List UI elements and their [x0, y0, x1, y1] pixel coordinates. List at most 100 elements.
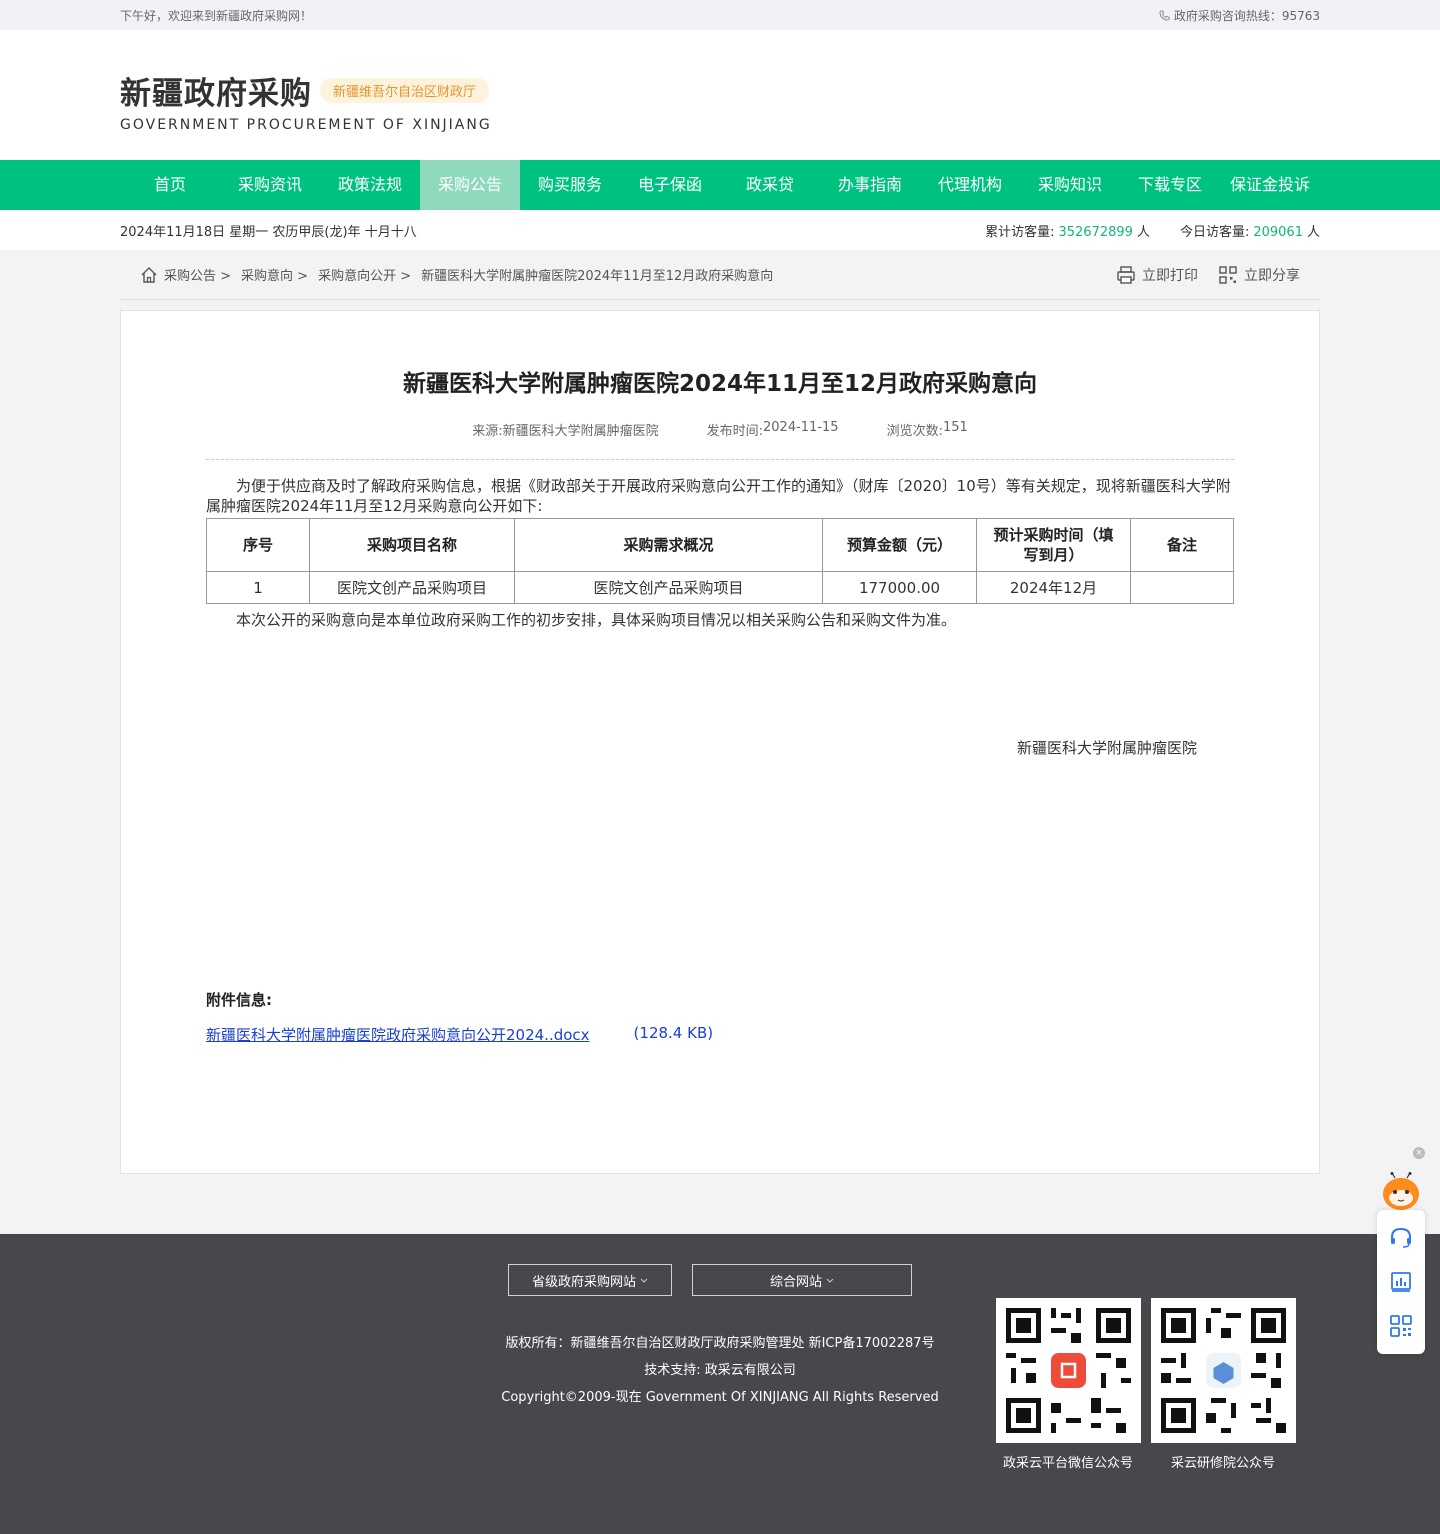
share-label: 立即分享: [1244, 267, 1300, 284]
breadcrumb-item-intentions[interactable]: 采购意向 >: [241, 265, 308, 284]
general-sites-select[interactable]: 综合网站: [692, 1264, 912, 1296]
cell-project-name: 医院文创产品采购项目: [309, 571, 515, 604]
procurement-table: 序号 采购项目名称 采购需求概况 预算金额（元） 预计采购时间（填写到月） 备注…: [206, 518, 1234, 604]
col-header-index: 序号: [206, 518, 310, 572]
view-count-label: 浏览次数:: [886, 424, 943, 439]
close-icon[interactable]: ×: [1413, 1147, 1425, 1159]
site-footer: 省级政府采购网站 综合网站 版权所有：新疆维吾尔自治区财政厅政府采购管理处 新I…: [0, 1234, 1440, 1534]
attachment-size: (128.4 KB): [633, 1024, 714, 1042]
breadcrumb: 采购公告 > 采购意向 > 采购意向公开 > 新疆医科大学附属肿瘤医院2024年…: [140, 265, 773, 284]
provincial-sites-label: 省级政府采购网站: [531, 1274, 636, 1290]
closing-paragraph: 本次公开的采购意向是本单位政府采购工作的初步安排，具体采购项目情况以相关采购公告…: [236, 611, 957, 629]
chevron-down-icon: [640, 1278, 648, 1283]
print-label: 立即打印: [1142, 267, 1198, 284]
hotline-text: 政府采购咨询热线：95763: [1173, 8, 1320, 23]
breadcrumb-item-intentions-public[interactable]: 采购意向公开 >: [318, 265, 411, 284]
qr-scan-button[interactable]: [1385, 1310, 1417, 1342]
footer-copyright-en: Copyright©2009-现在 Government Of XINJIANG…: [501, 1390, 939, 1405]
nav-downloads[interactable]: 下载专区: [1120, 160, 1220, 210]
publish-date-label: 发布时间:: [706, 424, 763, 439]
view-count-value: 151: [942, 420, 968, 435]
main-nav: 首页 采购资讯 政策法规 采购公告 购买服务 电子保函 政采贷 办事指南 代理机…: [0, 160, 1440, 210]
cell-requirement: 医院文创产品采购项目: [514, 571, 823, 604]
col-header-remarks: 备注: [1130, 518, 1234, 572]
report-button[interactable]: [1385, 1266, 1417, 1298]
nav-purchase-services[interactable]: 购买服务: [520, 160, 620, 210]
site-logo[interactable]: 新疆政府采购 新疆维吾尔自治区财政厅: [120, 68, 1320, 113]
today-visitors-label: 今日访客量:: [1179, 224, 1250, 240]
nav-policy[interactable]: 政策法规: [320, 160, 420, 210]
cell-time: 2024年12月: [976, 571, 1131, 604]
qr-code-icon: [1151, 1298, 1296, 1443]
greeting-text: 下午好，欢迎来到新疆政府采购网！: [120, 8, 313, 23]
today-visitors-value: 209061: [1253, 224, 1303, 240]
breadcrumb-bar: 采购公告 > 采购意向 > 采购意向公开 > 新疆医科大学附属肿瘤医院2024年…: [120, 250, 1320, 300]
attachment-link[interactable]: 新疆医科大学附属肿瘤医院政府采购意向公开2024..docx: [206, 1024, 590, 1045]
article-container: 新疆医科大学附属肿瘤医院2024年11月至12月政府采购意向 来源: 新疆医科大学…: [120, 310, 1320, 1174]
printer-icon: [1117, 265, 1135, 284]
publish-date-value: 2024-11-15: [763, 420, 839, 435]
print-button[interactable]: 立即打印: [1116, 265, 1198, 285]
col-header-time: 预计采购时间（填写到月）: [976, 518, 1131, 572]
hotline: 政府采购咨询热线：95763: [1159, 7, 1320, 24]
phone-icon: [1159, 9, 1170, 21]
attachment-heading: 附件信息:: [206, 991, 272, 1009]
total-visitors-label: 累计访客量:: [985, 224, 1055, 240]
total-visitors-unit: 人: [1136, 224, 1150, 240]
home-icon[interactable]: [140, 266, 158, 284]
headset-icon: [1391, 1227, 1411, 1248]
cell-remarks: [1130, 571, 1234, 604]
chevron-down-icon: [826, 1278, 834, 1283]
col-header-requirement: 采购需求概况: [514, 518, 823, 572]
customer-service-button[interactable]: [1385, 1222, 1417, 1254]
logo-title: 新疆政府采购: [120, 76, 312, 112]
qr-code-icon: [1390, 1315, 1412, 1337]
table-header-row: 序号 采购项目名称 采购需求概况 预算金额（元） 预计采购时间（填写到月） 备注: [206, 518, 1234, 572]
mascot-icon[interactable]: [1380, 1172, 1422, 1212]
attachment-item: 新疆医科大学附属肿瘤医院政府采购意向公开2024..docx (128.4 KB…: [206, 1024, 713, 1045]
nav-agencies[interactable]: 代理机构: [920, 160, 1020, 210]
qr-code-icon: [996, 1298, 1141, 1443]
col-header-budget: 预算金额（元）: [822, 518, 977, 572]
qr2-label: 采云研修院公众号: [1170, 1456, 1275, 1471]
logo-badge: 新疆维吾尔自治区财政厅: [320, 78, 490, 103]
site-header: 新疆政府采购 新疆维吾尔自治区财政厅 GOVERNMENT PROCUREMEN…: [0, 30, 1440, 160]
nav-news[interactable]: 采购资讯: [220, 160, 320, 210]
nav-guide[interactable]: 办事指南: [820, 160, 920, 210]
footer-copyright: 版权所有：新疆维吾尔自治区财政厅政府采购管理处 新ICP备17002287号: [505, 1336, 935, 1351]
share-button[interactable]: 立即分享: [1218, 265, 1300, 285]
col-header-project-name: 采购项目名称: [309, 518, 515, 572]
article-title: 新疆医科大学附属肿瘤医院2024年11月至12月政府采购意向: [402, 371, 1038, 397]
nav-home[interactable]: 首页: [120, 160, 220, 210]
chart-board-icon: [1391, 1272, 1411, 1292]
qr-code-wechat-platform: [996, 1298, 1141, 1443]
date-bar: 2024年11月18日 星期一 农历甲辰(龙)年 十月十八 累计访客量: 3526…: [0, 210, 1440, 250]
top-bar: 下午好，欢迎来到新疆政府采购网！ 政府采购咨询热线：95763: [0, 0, 1440, 30]
intro-paragraph: 为便于供应商及时了解政府采购信息，根据《财政部关于开展政府采购意向公开工作的通知…: [206, 477, 1231, 515]
nav-e-guarantee[interactable]: 电子保函: [620, 160, 720, 210]
divider: [206, 459, 1234, 460]
cell-budget: 177000.00: [822, 571, 977, 604]
nav-knowledge[interactable]: 采购知识: [1020, 160, 1120, 210]
qr-share-icon: [1219, 265, 1237, 284]
today-visitors-unit: 人: [1306, 224, 1320, 240]
cell-index: 1: [206, 571, 310, 604]
nav-deposit-complaint[interactable]: 保证金投诉: [1220, 160, 1320, 210]
general-sites-label: 综合网站: [769, 1274, 822, 1290]
logo-subtitle: GOVERNMENT PROCUREMENT OF XINJIANG: [120, 117, 492, 133]
table-row: 1 医院文创产品采购项目 医院文创产品采购项目 177000.00 2024年1…: [206, 571, 1234, 604]
qr-code-training-academy: [1151, 1298, 1296, 1443]
nav-announcements[interactable]: 采购公告: [420, 160, 520, 210]
breadcrumb-item-announcements[interactable]: 采购公告 >: [164, 265, 231, 284]
source-label: 来源:: [472, 424, 503, 439]
nav-procurement-loan[interactable]: 政采贷: [720, 160, 820, 210]
article-tools: 立即打印 立即分享: [1116, 265, 1300, 285]
total-visitors-value: 352672899: [1058, 224, 1133, 240]
breadcrumb-item-current: 新疆医科大学附属肿瘤医院2024年11月至12月政府采购意向: [421, 269, 774, 284]
footer-info: 版权所有：新疆维吾尔自治区财政厅政府采购管理处 新ICP备17002287号 技…: [440, 1330, 1000, 1411]
current-date: 2024年11月18日 星期一 农历甲辰(龙)年 十月十八: [120, 224, 417, 240]
provincial-sites-select[interactable]: 省级政府采购网站: [508, 1264, 672, 1296]
footer-site-selects: 省级政府采购网站 综合网站: [508, 1264, 912, 1296]
signature: 新疆医科大学附属肿瘤医院: [1016, 739, 1197, 757]
article-meta: 来源: 新疆医科大学附属肿瘤医院 发布时间: 2024-11-15 浏览次数: 151: [206, 420, 1234, 439]
